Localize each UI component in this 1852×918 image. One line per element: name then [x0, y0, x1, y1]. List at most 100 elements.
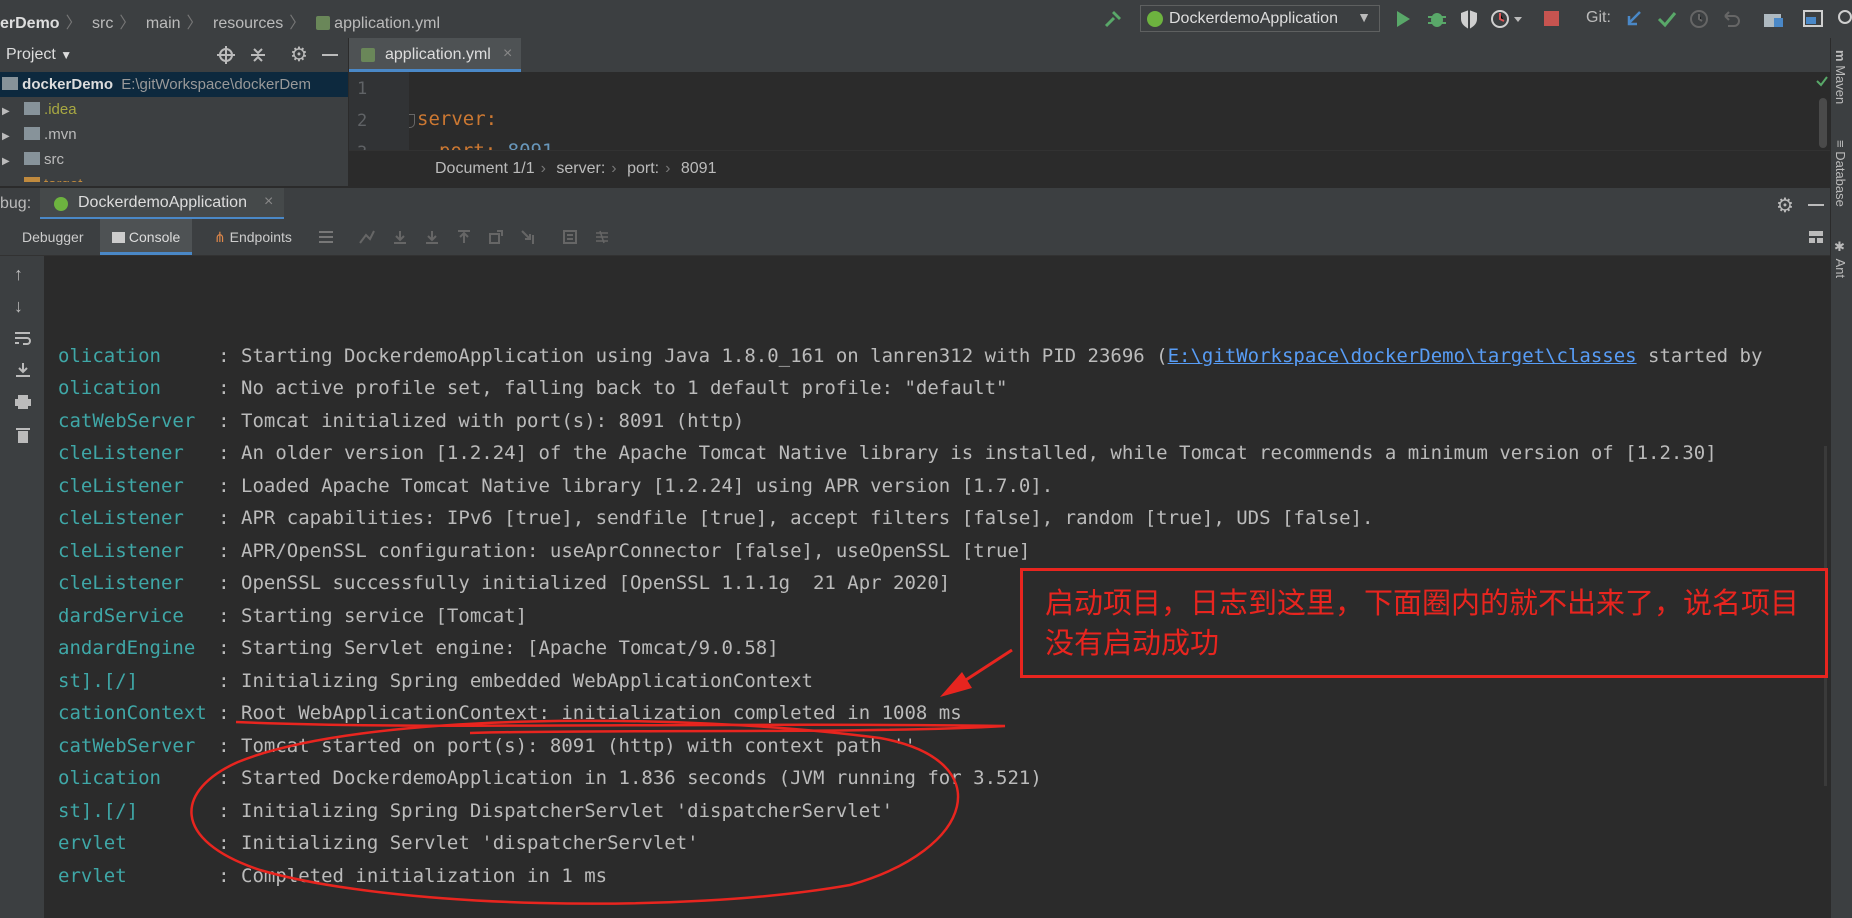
- log-path-link[interactable]: E:\gitWorkspace\dockerDemo\target\classe…: [1168, 345, 1637, 367]
- coverage-icon[interactable]: [1458, 8, 1480, 35]
- run-to-cursor-icon[interactable]: [520, 229, 536, 250]
- tab-console[interactable]: Console: [100, 219, 193, 255]
- log-line: catWebServer : Tomcat started on port(s)…: [58, 730, 916, 762]
- step-into-icon[interactable]: [424, 229, 440, 250]
- inspection-ok-icon: [1815, 74, 1829, 93]
- right-tool-strip: m Maven ≡ Database ✱ Ant: [1830, 38, 1852, 918]
- breadcrumb-src[interactable]: src: [92, 15, 113, 32]
- annotation-box: 启动项目，日志到这里，下面圈内的就不出来了，说名项目没有启动成功: [1020, 568, 1828, 678]
- log-message: : Loaded Apache Tomcat Native library [1…: [218, 475, 1054, 497]
- gear-icon[interactable]: ⚙: [1776, 193, 1794, 218]
- line-number: 2: [357, 111, 368, 131]
- code-area[interactable]: server: port: 8091: [409, 72, 1809, 150]
- fold-marker-icon[interactable]: [409, 114, 415, 128]
- tree-item-mvn[interactable]: ▶ .mvn: [0, 122, 348, 147]
- debug-icon[interactable]: [1426, 8, 1448, 35]
- debug-session-tab[interactable]: DockerdemoApplication ×: [40, 188, 284, 220]
- tree-root-path: E:\gitWorkspace\dockerDem: [121, 76, 312, 93]
- log-message: : Starting service [Tomcat]: [218, 605, 528, 627]
- tab-endpoints[interactable]: ⋔ Endpoints: [204, 219, 302, 255]
- code-line-3: port: 8091: [439, 140, 553, 150]
- drop-frame-icon[interactable]: [488, 229, 504, 250]
- ant-label: Ant: [1833, 258, 1848, 279]
- spring-boot-icon: [54, 197, 68, 211]
- line-number: 3: [357, 143, 367, 150]
- restore-layout-icon[interactable]: [1808, 229, 1826, 250]
- git-update-icon[interactable]: [1624, 8, 1644, 35]
- editor-breadcrumb-value[interactable]: 8091: [681, 160, 717, 177]
- scroll-up-icon[interactable]: ↑: [14, 264, 23, 285]
- editor-breadcrumb-document[interactable]: Document 1/1: [435, 160, 535, 177]
- run-config-selector[interactable]: DockerdemoApplication ▼: [1140, 5, 1380, 32]
- close-tab-icon[interactable]: ×: [503, 45, 512, 63]
- tab-debugger[interactable]: Debugger: [10, 219, 96, 255]
- presentation-icon[interactable]: [1802, 8, 1824, 35]
- console-side-toolbar: ↑ ↓: [0, 256, 45, 918]
- log-source: cleListener: [58, 572, 219, 594]
- log-source: olication: [58, 767, 219, 789]
- folder-icon: [23, 102, 40, 115]
- git-rollback-icon[interactable]: [1720, 8, 1742, 35]
- expand-arrow-icon[interactable]: ▶: [2, 131, 10, 142]
- scroll-to-end-icon[interactable]: [14, 362, 32, 383]
- gear-icon[interactable]: ⚙: [290, 45, 308, 65]
- project-view-selector[interactable]: Project ▼: [6, 46, 72, 64]
- trace-stream-icon[interactable]: [594, 229, 610, 250]
- show-execution-point-icon[interactable]: [358, 229, 376, 250]
- print-icon[interactable]: [14, 394, 32, 415]
- close-tab-icon[interactable]: ×: [264, 193, 273, 211]
- tree-item-idea[interactable]: ▶ .idea: [0, 97, 348, 122]
- log-line: olication : Started DockerdemoApplicatio…: [58, 762, 1042, 794]
- log-source: cleListener: [58, 540, 219, 562]
- profile-icon[interactable]: [1490, 8, 1524, 35]
- log-message: : Initializing Servlet 'dispatcherServle…: [218, 832, 699, 854]
- database-tool-button[interactable]: ≡ Database: [1833, 140, 1848, 207]
- expand-arrow-icon[interactable]: ▶: [2, 156, 10, 167]
- log-line: olication : Starting DockerdemoApplicati…: [58, 340, 1762, 372]
- stop-icon[interactable]: [1544, 11, 1559, 26]
- locate-icon[interactable]: [216, 45, 236, 70]
- editor-scrollbar[interactable]: [1819, 98, 1827, 148]
- tree-item-label: target: [44, 176, 82, 182]
- search-everywhere-icon[interactable]: [1836, 8, 1852, 35]
- log-source: ervlet: [58, 832, 219, 854]
- hide-panel-icon[interactable]: [1808, 204, 1824, 206]
- log-line: cleListener : An older version [1.2.24] …: [58, 437, 1717, 469]
- ant-tool-button[interactable]: ✱ Ant: [1833, 240, 1848, 278]
- log-message: : Tomcat initialized with port(s): 8091 …: [218, 410, 745, 432]
- breadcrumb-project[interactable]: erDemo: [0, 15, 60, 32]
- collapse-all-icon[interactable]: [248, 45, 268, 70]
- log-line: cleListener : APR/OpenSSL configuration:…: [58, 535, 1030, 567]
- soft-wrap-icon[interactable]: [14, 330, 32, 351]
- git-commit-icon[interactable]: [1656, 8, 1678, 35]
- editor-breadcrumb-port[interactable]: port:: [627, 160, 659, 177]
- tab-endpoints-label: Endpoints: [229, 229, 292, 245]
- breadcrumb-file[interactable]: application.yml: [334, 15, 440, 32]
- build-hammer-icon[interactable]: [1102, 8, 1124, 30]
- annotation-text: 启动项目，日志到这里，下面圈内的就不出来了，说名项目没有启动成功: [1045, 586, 1800, 660]
- breadcrumb-main[interactable]: main: [146, 15, 181, 32]
- layout-menu-icon[interactable]: [318, 229, 334, 250]
- editor-tab[interactable]: application.yml ×: [349, 38, 521, 72]
- expand-arrow-icon[interactable]: ▶: [2, 181, 10, 182]
- expand-arrow-icon[interactable]: ▶: [2, 106, 10, 117]
- run-icon[interactable]: [1393, 8, 1413, 35]
- step-out-icon[interactable]: [456, 229, 472, 250]
- tree-root-row[interactable]: dockerDemo E:\gitWorkspace\dockerDem: [0, 72, 348, 97]
- module-folder-icon: [2, 77, 18, 90]
- tree-item-target[interactable]: ▶ target: [0, 172, 348, 182]
- hide-panel-icon[interactable]: [322, 54, 338, 56]
- chevron-down-icon: ▼: [60, 48, 73, 62]
- tree-item-src[interactable]: ▶ src: [0, 147, 348, 172]
- project-structure-icon[interactable]: [1762, 8, 1784, 35]
- editor-breadcrumb-server[interactable]: server:: [556, 160, 605, 177]
- log-line: catWebServer : Tomcat initialized with p…: [58, 405, 744, 437]
- scroll-down-icon[interactable]: ↓: [14, 296, 23, 317]
- step-over-icon[interactable]: [392, 229, 408, 250]
- git-label: Git:: [1586, 9, 1611, 26]
- breadcrumb-resources[interactable]: resources: [213, 15, 283, 32]
- evaluate-expression-icon[interactable]: [562, 229, 578, 250]
- git-history-icon[interactable]: [1688, 8, 1710, 35]
- maven-tool-button[interactable]: m Maven: [1833, 50, 1848, 104]
- clear-all-icon[interactable]: [14, 426, 32, 449]
